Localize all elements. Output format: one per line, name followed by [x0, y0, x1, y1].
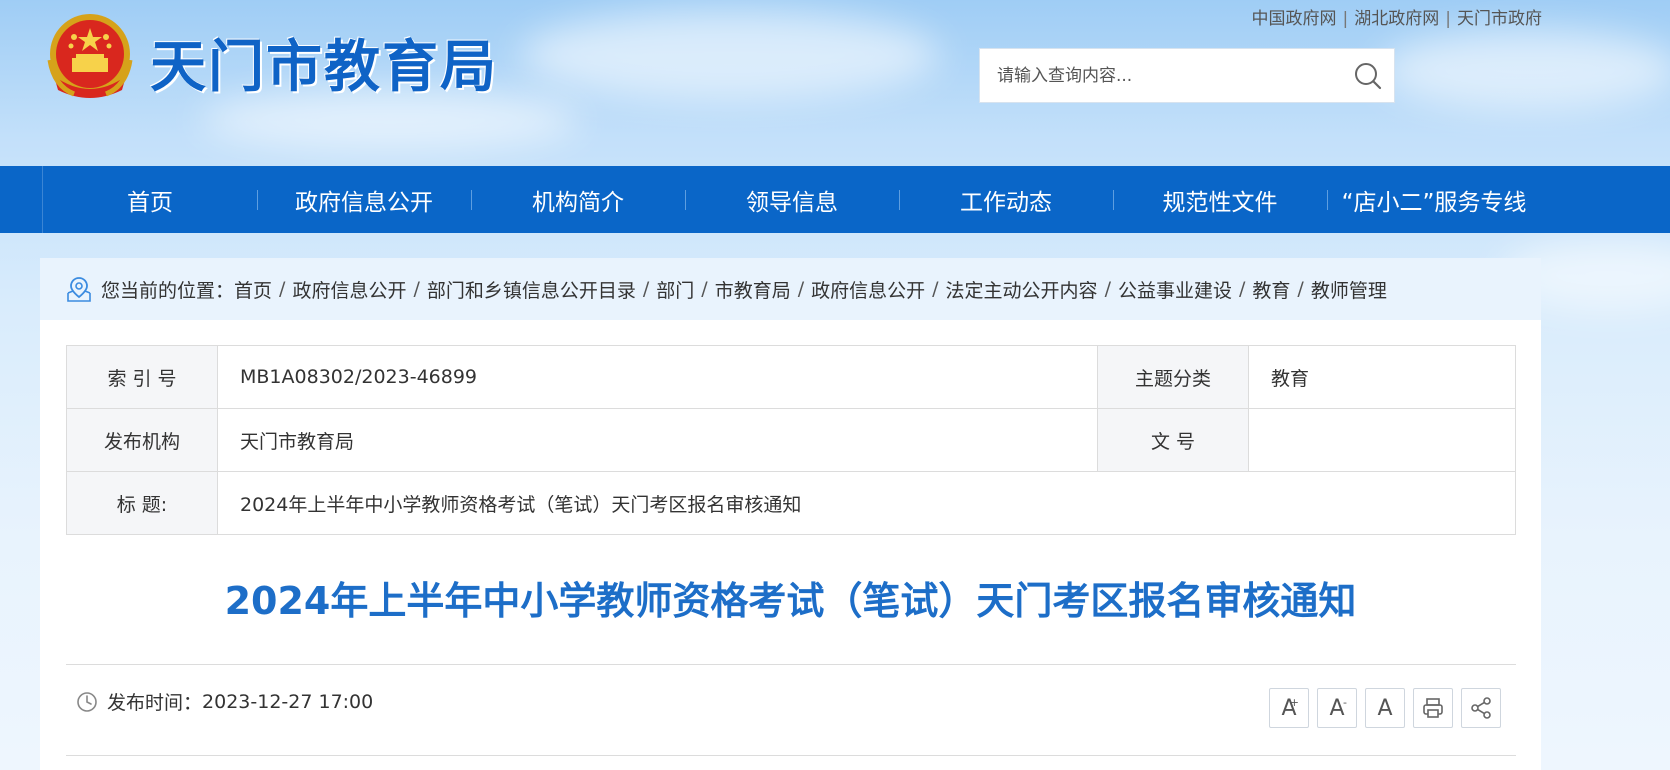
nav-item-org-intro[interactable]: 机构简介	[471, 166, 685, 233]
nav-item-leaders[interactable]: 领导信息	[685, 166, 899, 233]
printer-icon	[1423, 698, 1443, 718]
font-decrease-button[interactable]: A-	[1317, 688, 1357, 728]
breadcrumb-item[interactable]: 首页	[234, 276, 272, 303]
main-nav: 首页 政府信息公开 机构简介 领导信息 工作动态 规范性文件 “店小二”服务专线	[0, 166, 1670, 233]
divider	[66, 664, 1516, 665]
breadcrumb-item[interactable]: 政府信息公开	[811, 276, 925, 303]
article-tools: A + A- A	[1269, 688, 1501, 728]
meta-info-table: 索 引 号 MB1A08302/2023-46899 主题分类 教育 发布机构 …	[66, 345, 1516, 535]
article-title: 2024年上半年中小学教师资格考试（笔试）天门考区报名审核通知	[224, 579, 1357, 623]
title-label: 标 题:	[66, 471, 218, 535]
index-label: 索 引 号	[66, 345, 218, 409]
publisher-label: 发布机构	[66, 408, 218, 472]
national-emblem-icon	[47, 14, 133, 98]
clock-icon	[77, 691, 97, 712]
print-button[interactable]	[1413, 688, 1453, 728]
breadcrumb-item[interactable]: 政府信息公开	[292, 276, 406, 303]
breadcrumb: 您当前的位置： 首页 / 政府信息公开 / 部门和乡镇信息公开目录 / 部门 / 市教育…	[40, 258, 1541, 320]
nav-item-work-news[interactable]: 工作动态	[899, 166, 1113, 233]
top-links: 中国政府网 | 湖北政府网 | 天门市政府	[1251, 9, 1542, 29]
breadcrumb-item[interactable]: 部门和乡镇信息公开目录	[427, 276, 636, 303]
share-icon	[1471, 697, 1491, 719]
breadcrumb-item[interactable]: 部门	[656, 276, 694, 303]
publisher-value: 天门市教育局	[217, 408, 1098, 472]
nav-item-service-line[interactable]: “店小二”服务专线	[1327, 166, 1541, 233]
nav-item-home[interactable]: 首页	[43, 166, 257, 233]
publish-label: 发布时间：	[107, 692, 203, 714]
search-input[interactable]	[980, 49, 1342, 102]
location-pin-icon	[67, 277, 91, 302]
breadcrumb-item[interactable]: 市教育局	[715, 276, 791, 303]
topic-value: 教育	[1248, 345, 1516, 409]
top-link-tianmen-gov[interactable]: 天门市政府	[1457, 9, 1542, 29]
breadcrumb-item[interactable]: 公益事业建设	[1118, 276, 1232, 303]
topic-label: 主题分类	[1097, 345, 1249, 409]
search-box	[979, 48, 1395, 103]
divider	[66, 755, 1516, 756]
nav-item-normative-docs[interactable]: 规范性文件	[1113, 166, 1327, 233]
font-increase-button[interactable]: A +	[1269, 688, 1309, 728]
site-header: 天门市教育局 中国政府网 | 湖北政府网 | 天门市政府	[0, 0, 1670, 166]
font-default-button[interactable]: A	[1365, 688, 1405, 728]
breadcrumb-item[interactable]: 教师管理	[1311, 276, 1387, 303]
publish-info: 发布时间： 2023-12-27 17:00	[76, 688, 373, 715]
publish-time: 2023-12-27 17:00	[202, 690, 374, 713]
content-panel: 您当前的位置： 首页 / 政府信息公开 / 部门和乡镇信息公开目录 / 部门 / 市教育…	[40, 258, 1541, 770]
doc-number-value	[1248, 408, 1516, 472]
title-value: 2024年上半年中小学教师资格考试（笔试）天门考区报名审核通知	[217, 471, 1516, 535]
breadcrumb-item[interactable]: 教育	[1252, 276, 1290, 303]
share-button[interactable]	[1461, 688, 1501, 728]
search-button[interactable]	[1342, 50, 1394, 102]
index-value: MB1A08302/2023-46899	[217, 345, 1098, 409]
nav-item-gov-info[interactable]: 政府信息公开	[257, 166, 471, 233]
top-link-china-gov[interactable]: 中国政府网	[1252, 9, 1337, 29]
font-default-icon: A	[1377, 695, 1393, 721]
site-name: 天门市教育局	[150, 35, 498, 100]
breadcrumb-label: 您当前的位置：	[101, 279, 235, 302]
top-link-hubei-gov[interactable]: 湖北政府网	[1354, 9, 1439, 29]
doc-number-label: 文 号	[1097, 408, 1249, 472]
breadcrumb-item[interactable]: 法定主动公开内容	[946, 276, 1098, 303]
search-icon	[1355, 62, 1382, 89]
